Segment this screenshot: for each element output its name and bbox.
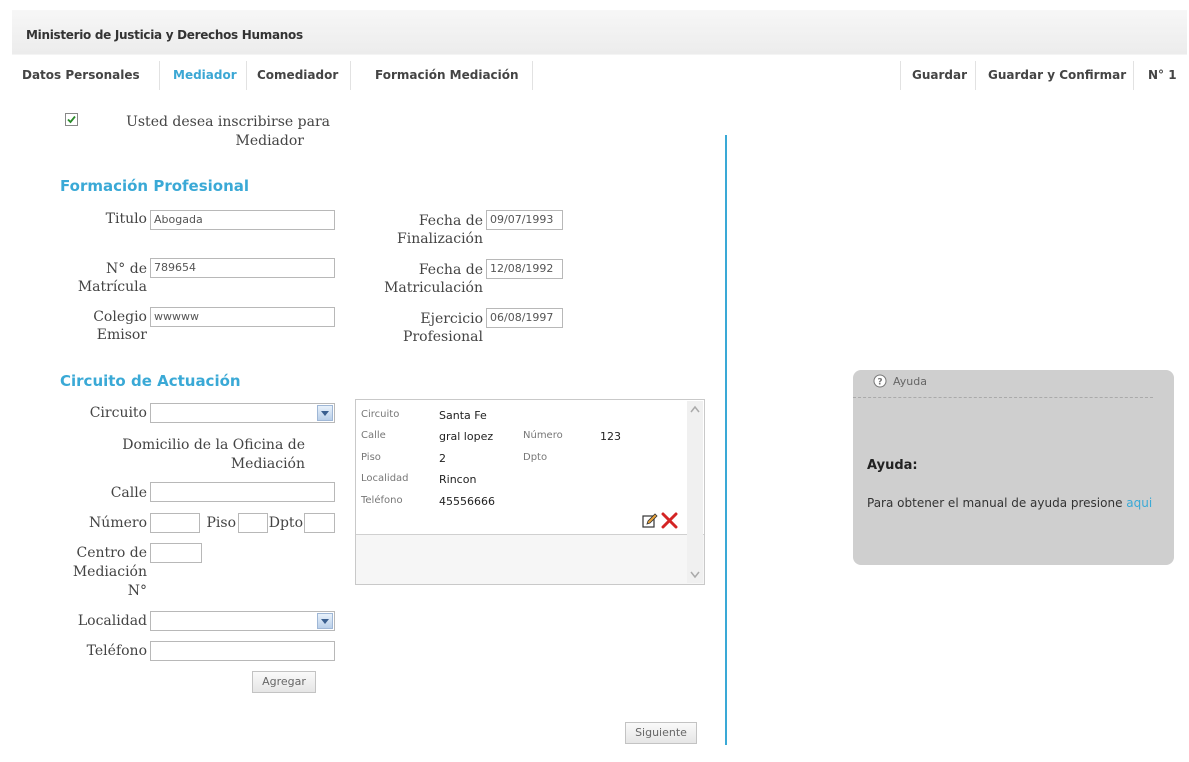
help-link[interactable]: aqui — [1126, 496, 1152, 510]
help-text: Para obtener el manual de ayuda presione… — [867, 495, 1157, 511]
tab-mediador[interactable]: Mediador — [163, 55, 247, 96]
matricula-label-line2: Matrícula — [77, 279, 147, 295]
help-header: Ayuda — [893, 375, 927, 388]
checkbox-label-line1: Usted desea inscribirse para — [126, 114, 330, 130]
tab-formacion-mediacion[interactable]: Formación Mediación — [365, 55, 529, 96]
localidad-key: Localidad — [361, 473, 409, 484]
centro-mediacion-input[interactable] — [150, 543, 202, 563]
help-title: Ayuda: — [867, 458, 918, 473]
delete-icon[interactable] — [661, 512, 678, 529]
circuito-value: Santa Fe — [439, 409, 487, 422]
circuito-heading: Circuito de Actuación — [60, 372, 241, 390]
telefono-value: 45556666 — [439, 495, 495, 508]
ejercicio-profesional-label-line1: Ejercicio — [420, 311, 483, 327]
agregar-button[interactable]: Agregar — [252, 671, 316, 693]
chevron-down-icon[interactable] — [317, 613, 333, 629]
localidad-label: Localidad — [77, 613, 147, 629]
numero-label: Número — [89, 515, 147, 531]
domicilio-list: Circuito Santa Fe Calle gral lopez Númer… — [355, 399, 705, 585]
telefono-key: Teléfono — [361, 495, 403, 506]
centro-label-line1: Centro de — [76, 545, 147, 561]
fecha-finalizacion-label-line2: Finalización — [397, 231, 483, 247]
chevron-down-icon[interactable] — [317, 405, 333, 421]
domicilio-label-line1: Domicilio de la Oficina de — [122, 437, 305, 453]
colegio-label-line1: Colegio — [93, 309, 147, 325]
list-item[interactable]: Circuito Santa Fe Calle gral lopez Númer… — [356, 400, 704, 535]
siguiente-button[interactable]: Siguiente — [625, 722, 697, 744]
fecha-finalizacion-label-line1: Fecha de — [418, 213, 483, 229]
ejercicio-profesional-label-line2: Profesional — [403, 329, 483, 345]
fecha-finalizacion-input[interactable]: 09/07/1993 — [486, 210, 563, 230]
record-number: N° 1 — [1148, 68, 1177, 82]
tab-datos-personales[interactable]: Datos Personales — [12, 55, 150, 96]
list-scrollbar[interactable] — [687, 401, 703, 583]
formacion-heading: Formación Profesional — [60, 177, 250, 195]
fecha-matriculacion-input[interactable]: 12/08/1992 — [486, 259, 563, 279]
column-divider — [725, 135, 727, 745]
calle-key: Calle — [361, 430, 386, 441]
calle-value: gral lopez — [439, 430, 494, 443]
dpto-input[interactable] — [304, 513, 335, 533]
centro-label-line2: Mediación — [72, 564, 147, 580]
piso-label: Piso — [206, 515, 236, 531]
edit-icon[interactable] — [642, 513, 658, 529]
check-icon — [67, 115, 76, 124]
svg-text:?: ? — [877, 378, 882, 388]
nav-divider — [900, 61, 901, 90]
tab-comediador[interactable]: Comediador — [247, 55, 348, 96]
help-icon: ? — [873, 374, 887, 388]
title-bar: Ministerio de Justicia y Derechos Humano… — [12, 10, 1187, 54]
numero-key: Número — [523, 430, 563, 441]
calle-label: Calle — [110, 485, 147, 501]
nav-divider — [975, 61, 976, 90]
localidad-select[interactable] — [150, 611, 335, 631]
help-panel: ? Ayuda Ayuda: Para obtener el manual de… — [853, 370, 1174, 565]
help-divider — [853, 397, 1153, 398]
app-title: Ministerio de Justicia y Derechos Humano… — [26, 28, 303, 42]
checkbox-label-line2: Mediador — [235, 133, 305, 149]
nav-divider — [350, 61, 351, 90]
titulo-input[interactable]: Abogada — [150, 210, 335, 230]
titulo-label: Titulo — [105, 211, 147, 227]
piso-key: Piso — [361, 452, 381, 463]
colegio-label-line2: Emisor — [96, 327, 147, 343]
dpto-label: Dpto — [268, 515, 303, 531]
calle-input[interactable] — [150, 482, 335, 502]
matricula-label-line1: N° de — [106, 261, 147, 277]
numero-input[interactable] — [150, 513, 200, 533]
telefono-input[interactable] — [150, 641, 335, 661]
circuito-select[interactable] — [150, 403, 335, 423]
matricula-input[interactable]: 789654 — [150, 258, 335, 278]
localidad-value: Rincon — [439, 473, 477, 486]
nav-bar: Datos Personales Mediador Comediador For… — [12, 55, 1187, 96]
piso-value: 2 — [439, 452, 446, 465]
circuito-key: Circuito — [361, 409, 400, 420]
domicilio-label-line2: Mediación — [230, 456, 305, 472]
nav-divider — [532, 61, 533, 90]
guardar-button[interactable]: Guardar — [902, 55, 977, 96]
telefono-label: Teléfono — [86, 643, 147, 659]
nav-divider — [159, 61, 160, 90]
fecha-matriculacion-label-line1: Fecha de — [418, 262, 483, 278]
ejercicio-profesional-input[interactable]: 06/08/1997 — [486, 308, 563, 328]
nav-divider — [1133, 61, 1134, 90]
piso-input[interactable] — [238, 513, 268, 533]
fecha-matriculacion-label-line2: Matriculación — [384, 280, 483, 296]
guardar-y-confirmar-button[interactable]: Guardar y Confirmar — [978, 55, 1136, 96]
colegio-input[interactable]: wwwww — [150, 307, 335, 327]
help-text-body: Para obtener el manual de ayuda presione — [867, 496, 1123, 510]
centro-label-line3: N° — [127, 583, 147, 599]
circuito-label: Circuito — [89, 405, 147, 421]
inscribirse-checkbox[interactable] — [65, 113, 78, 126]
numero-value: 123 — [600, 430, 621, 443]
dpto-key: Dpto — [523, 452, 548, 463]
